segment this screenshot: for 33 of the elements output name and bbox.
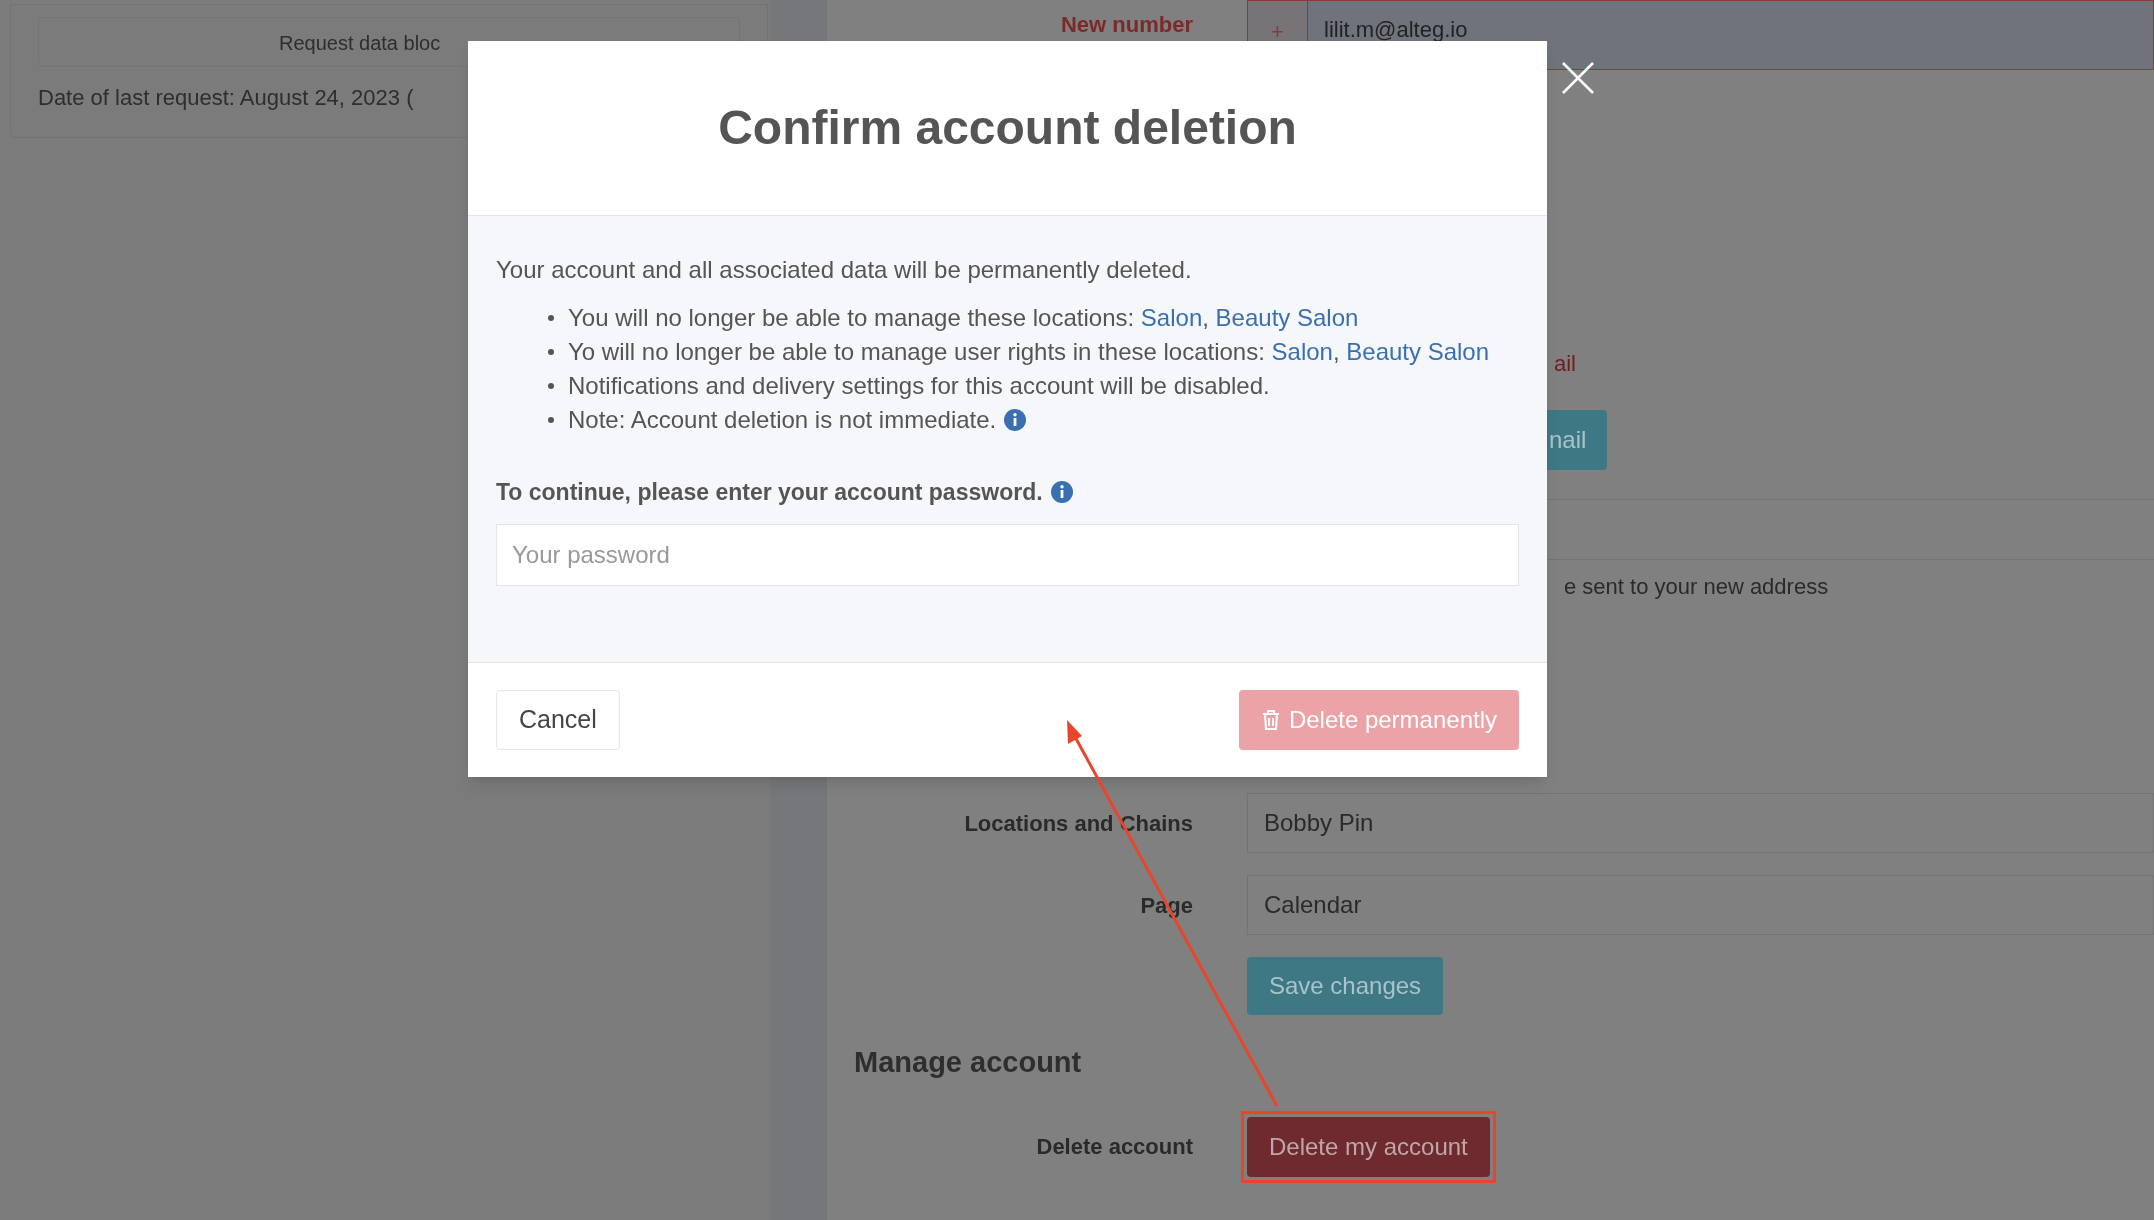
delete-account-button[interactable]: Delete my account xyxy=(1247,1116,1490,1177)
password-label: To continue, please enter your account password. xyxy=(496,478,1043,507)
location-link[interactable]: Beauty Salon xyxy=(1346,338,1490,365)
dialog-title: Confirm account deletion xyxy=(718,100,1297,156)
location-link[interactable]: Salon xyxy=(1140,304,1203,331)
bullet-item: Note: Account deletion is not immediate. xyxy=(548,404,1519,435)
bullet-dot xyxy=(548,349,554,355)
bullet-item: You will no longer be able to manage these locations: Salon, Beauty Salon xyxy=(548,302,1519,333)
bullet-dot xyxy=(548,383,554,389)
info-icon[interactable] xyxy=(1004,409,1027,431)
info-icon[interactable] xyxy=(1050,481,1073,504)
close-icon[interactable] xyxy=(1561,61,1595,95)
bullet-item: Notifications and delivery settings for this account will be disabled. xyxy=(548,370,1519,401)
password-field[interactable]: Your password xyxy=(496,523,1519,586)
save-button[interactable]: Save changes xyxy=(1247,957,1444,1015)
email-button[interactable]: nail xyxy=(1547,410,1607,470)
field-label: New number xyxy=(1060,11,1193,39)
bullet-dot xyxy=(548,315,554,321)
location-link[interactable]: Beauty Salon xyxy=(1215,304,1359,331)
input-field[interactable]: Calendar xyxy=(1247,875,2154,935)
last-request-text: Date of last request: August 24, 2023 ( xyxy=(38,84,415,112)
input-field[interactable]: Bobby Pin xyxy=(1247,793,2154,853)
field-value: lilit.m@alteg.io xyxy=(1323,16,1468,44)
trash-icon xyxy=(1260,709,1281,731)
bullet-item: Yo will no longer be able to manage user rights in these locations: Salon, Beauty Salon xyxy=(548,336,1519,367)
location-link[interactable]: Salon xyxy=(1271,338,1333,365)
bullet-dot xyxy=(548,417,554,423)
field-label: Delete account xyxy=(1036,1133,1193,1161)
error-text: ail xyxy=(1554,350,1576,378)
note-text: e sent to your new address xyxy=(1564,574,1829,599)
cancel-button[interactable]: Cancel xyxy=(496,690,620,750)
intro-text: Your account and all associated data will be permanently deleted. xyxy=(496,255,1193,285)
section-title: Manage account xyxy=(854,1045,1083,1080)
